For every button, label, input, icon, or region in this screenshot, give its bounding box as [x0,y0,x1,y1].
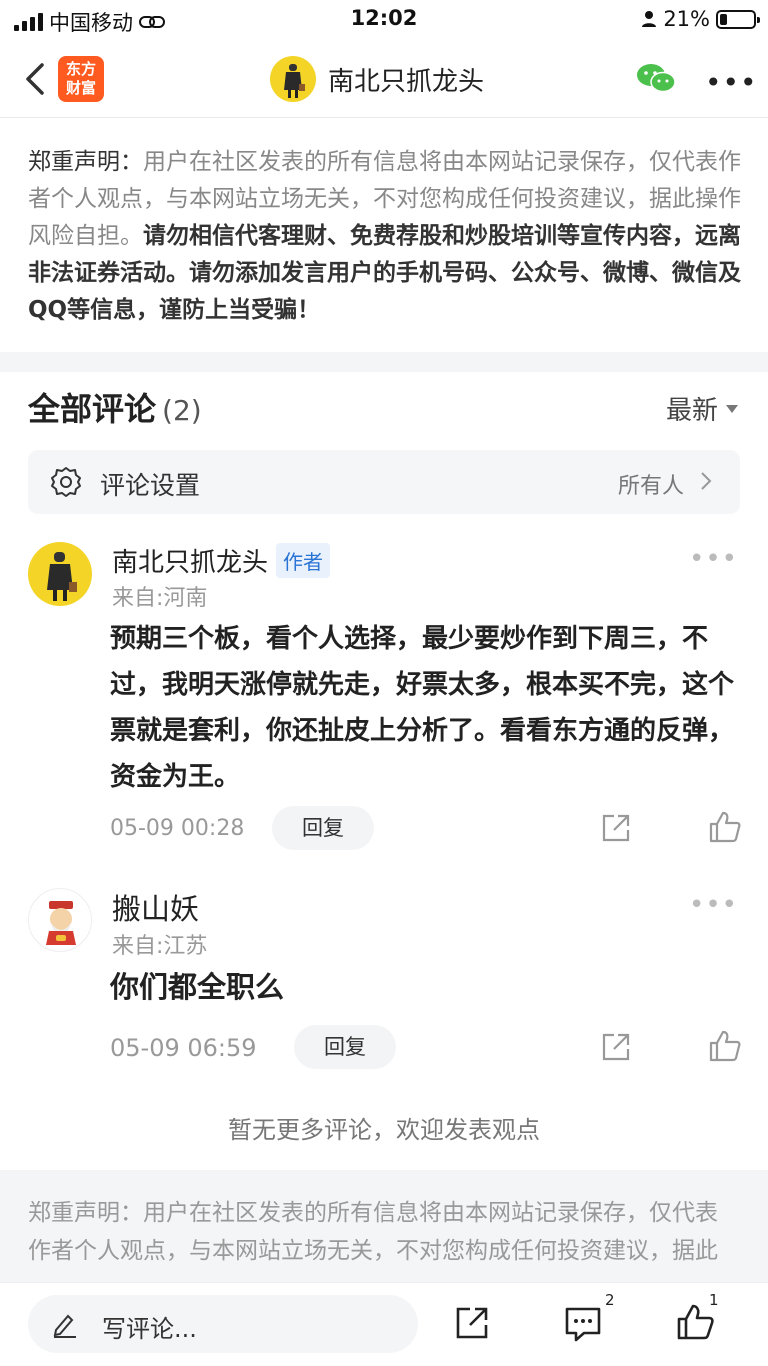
commenter-avatar-icon[interactable] [28,888,92,952]
section-divider [0,352,768,372]
wechat-share-icon[interactable] [636,62,676,94]
thumbs-up-icon[interactable] [708,1029,742,1063]
more-menu-icon[interactable]: ••• [705,66,758,99]
commenter-location: 来自:江苏 [112,934,208,959]
back-arrow-icon[interactable] [22,62,50,96]
pen-icon [53,1314,76,1338]
author-tag: 作者 [276,543,331,578]
reply-button[interactable]: 回复 [294,1025,396,1069]
comments-header: 全部评论 (2) 最新 [28,384,740,432]
commenter-location: 来自:河南 [112,586,208,611]
comment-icon[interactable] [564,1305,602,1343]
page-title: 南北只抓龙头 [328,66,485,97]
share-icon[interactable] [454,1305,490,1341]
gear-icon [51,467,81,497]
comment-text: 预期三个板，看个人选择，最少要炒作到下周三，不过，我明天涨停就先走，好票太多，根… [110,624,735,792]
person-icon [642,11,657,27]
status-bar: 中国移动 12:02 21% [0,0,768,40]
thumbs-up-icon[interactable] [708,810,742,844]
no-more-comments-note: 暂无更多评论，欢迎发表观点 [228,1116,540,1144]
author-header[interactable]: 南北只抓龙头 [270,56,484,102]
share-icon[interactable] [600,1031,632,1063]
disclaimer-top: 郑重声明：用户在社区发表的所有信息将由本网站记录保存，仅代表作者个人观点，与本网… [28,149,741,323]
settings-label: 评论设置 [100,471,201,500]
comment-settings-row[interactable]: 评论设置 所有人 [28,450,740,514]
settings-value: 所有人 [617,474,684,499]
share-icon[interactable] [600,812,632,844]
comment-time: 05-09 00:28 [110,816,245,841]
comment-more-icon[interactable]: ••• [689,544,738,574]
comments-count: (2) [162,394,202,427]
sort-dropdown[interactable]: 最新 [666,390,738,427]
reply-button[interactable]: 回复 [272,806,374,850]
comments-title: 全部评论 [28,390,157,428]
eastmoney-logo[interactable]: 东方 财富 [58,56,104,102]
chevron-right-icon [701,472,712,490]
author-avatar-icon[interactable] [270,56,316,102]
comment-text: 你们都全职么 [110,970,285,1004]
top-nav: 东方 财富 南北只抓龙头 ••• [0,40,768,118]
caret-down-icon [726,404,738,413]
like-count-badge: 1 [709,1291,719,1309]
comment-time: 05-09 06:59 [110,1034,257,1062]
battery-percent: 21% [663,7,710,31]
comment-more-icon[interactable]: ••• [689,890,738,920]
commenter-name[interactable]: 搬山妖 [112,886,199,928]
bottom-action-bar: 写评论... 2 1 [0,1282,768,1366]
write-comment-input[interactable]: 写评论... [28,1295,418,1353]
comment-count-badge: 2 [605,1291,615,1309]
battery-icon [716,9,760,29]
commenter-avatar-icon[interactable] [28,542,92,606]
commenter-name[interactable]: 南北只抓龙头 [112,542,268,579]
